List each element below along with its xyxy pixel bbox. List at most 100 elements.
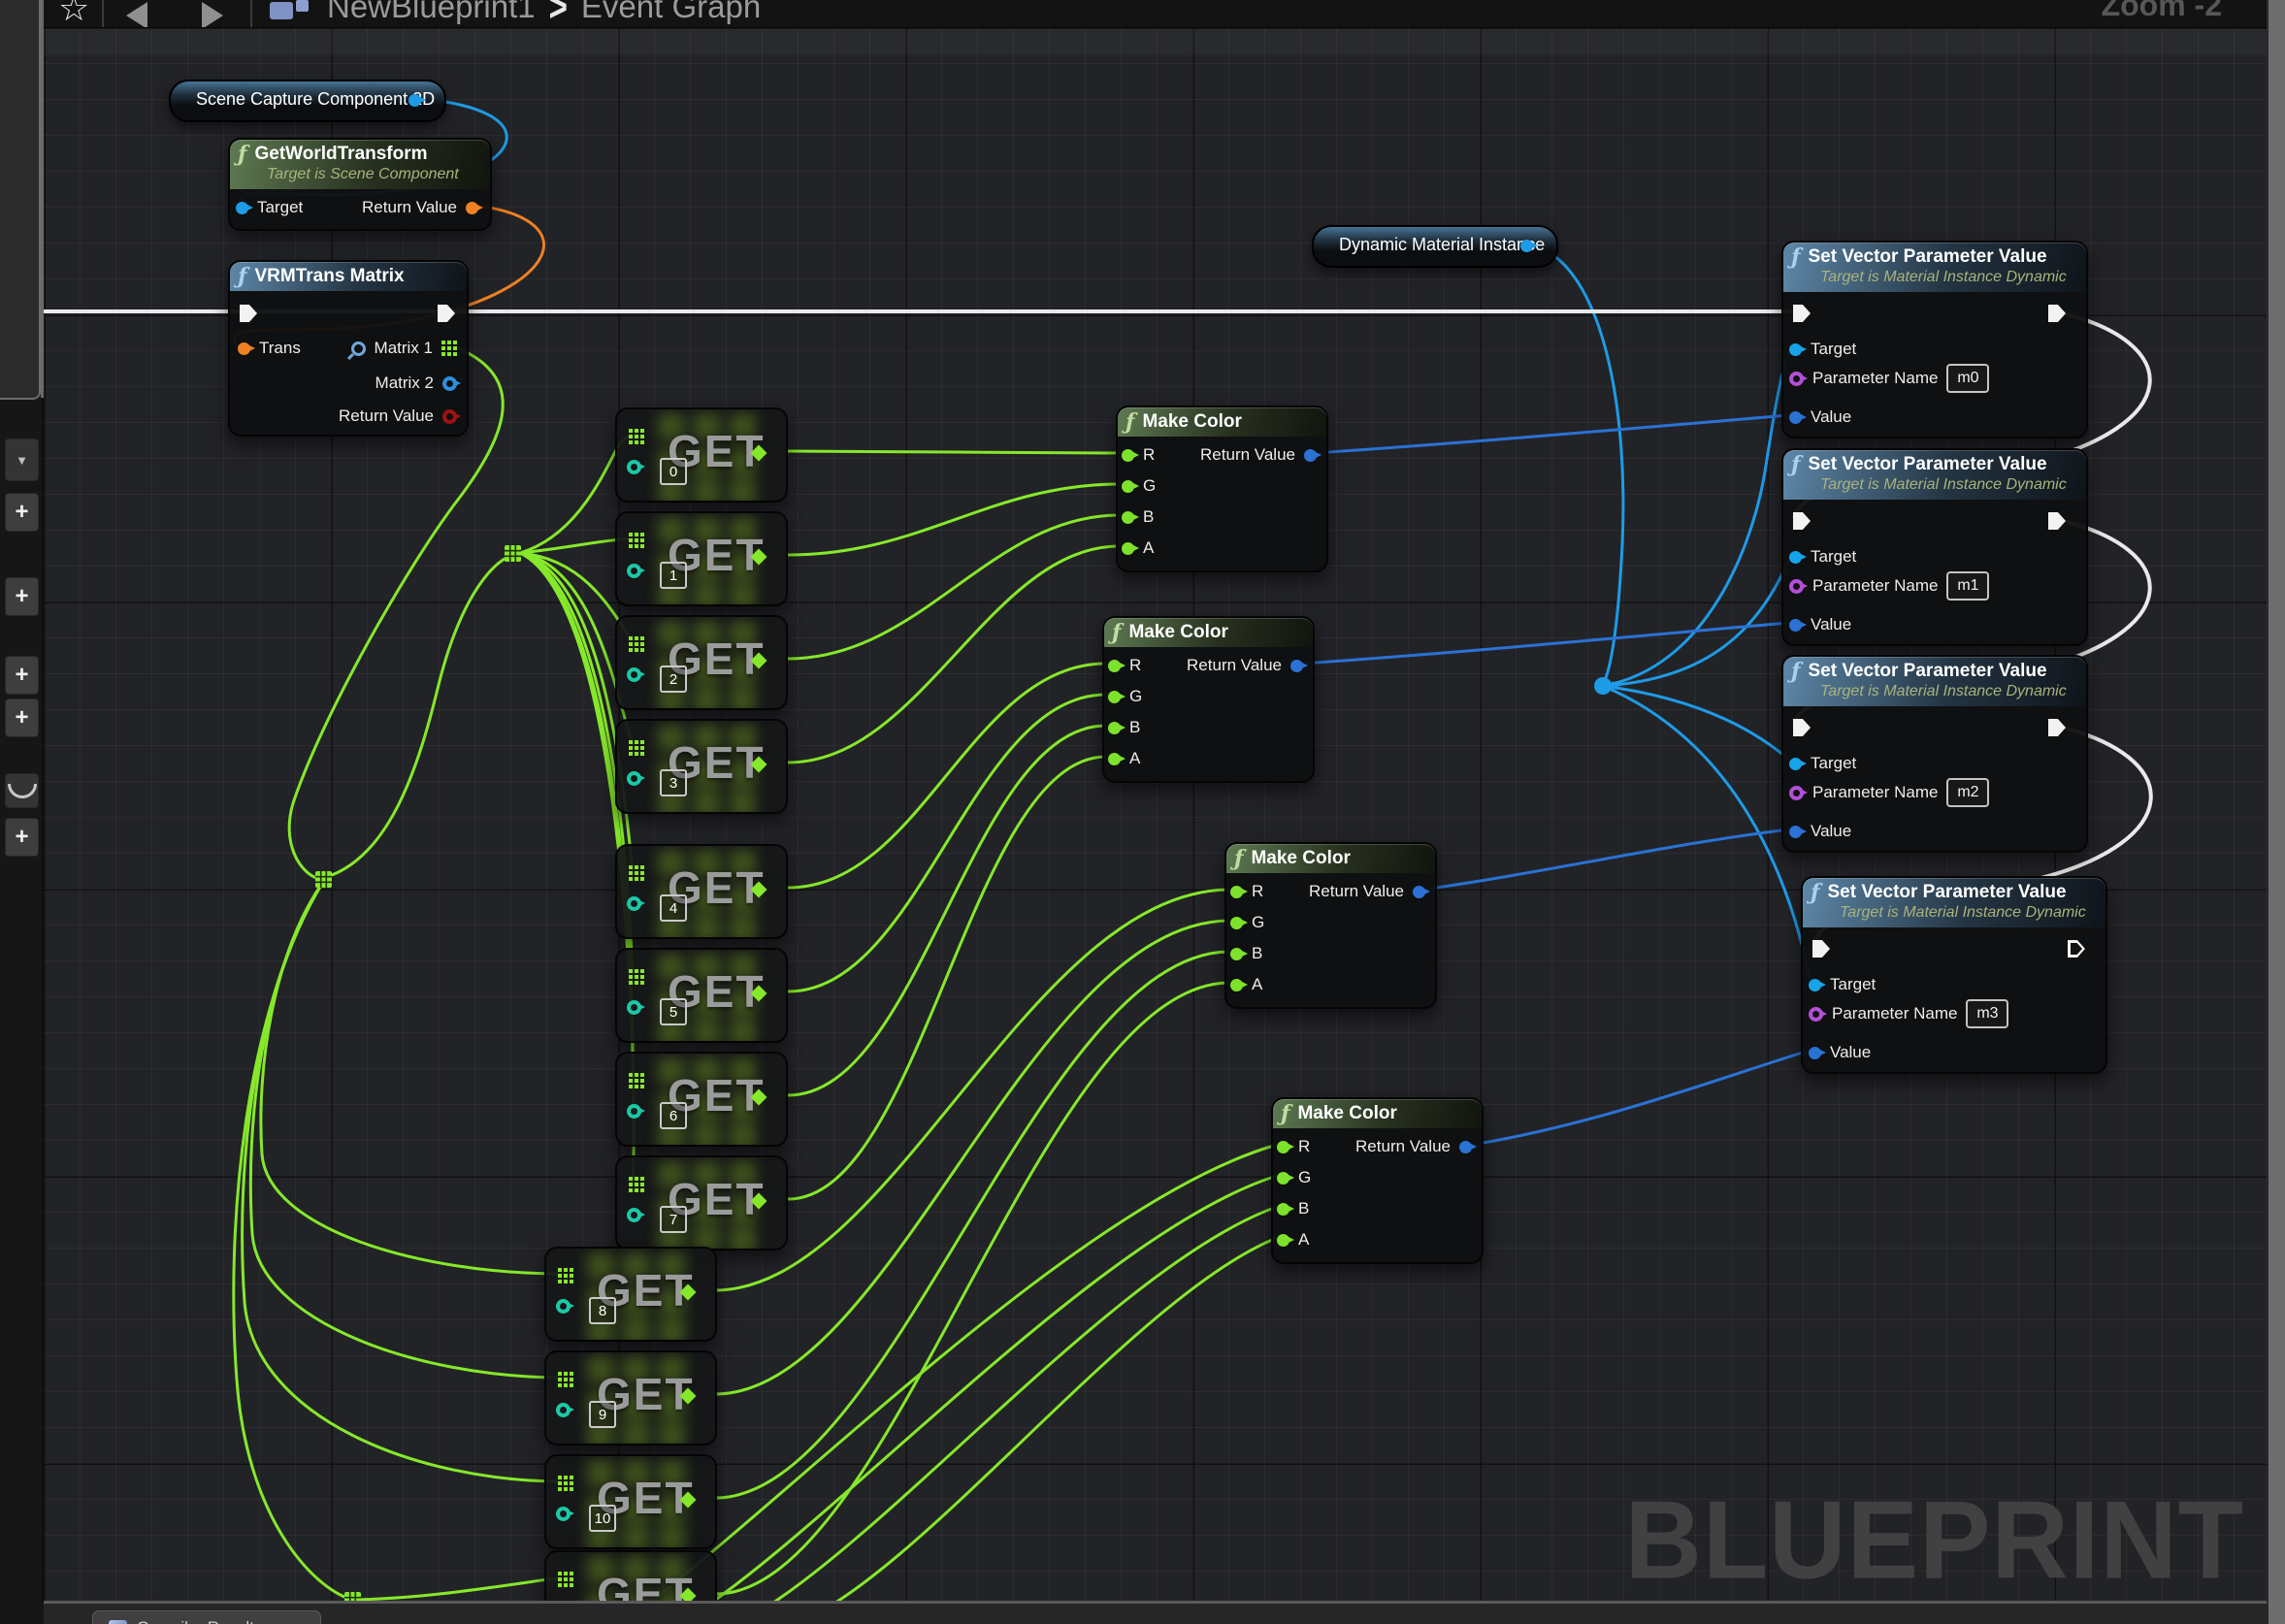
node-get-1[interactable]: GET 1 (615, 511, 788, 606)
breadcrumb-blueprint[interactable]: NewBlueprint1 (327, 0, 536, 24)
r-pin[interactable] (1122, 449, 1134, 462)
magnifier-icon[interactable] (351, 341, 366, 356)
a-pin[interactable] (1277, 1234, 1289, 1247)
value-pin[interactable] (1789, 411, 1802, 424)
index-pin[interactable] (627, 667, 641, 682)
node-make-color-4[interactable]: ƒ Make Color R G B A Return Value (1271, 1097, 1484, 1264)
index-pin[interactable] (627, 460, 641, 474)
b-pin[interactable] (1108, 722, 1121, 734)
index-input[interactable]: 9 (589, 1401, 616, 1428)
exec-out-pin[interactable] (2048, 512, 2066, 530)
array-input-pin[interactable] (558, 1476, 573, 1491)
exec-in-pin[interactable] (1793, 305, 1811, 322)
g-pin[interactable] (1108, 691, 1121, 703)
index-input[interactable]: 10 (589, 1505, 616, 1532)
node-get-5[interactable]: GET 5 (615, 948, 788, 1043)
index-input[interactable]: 1 (660, 562, 687, 589)
array-input-pin[interactable] (629, 636, 644, 652)
exec-out-pin[interactable] (2048, 719, 2066, 736)
node-make-color-3[interactable]: ƒ Make Color R G B A Return Value (1224, 842, 1437, 1009)
node-get-4[interactable]: GET 4 (615, 844, 788, 939)
return-value-pin[interactable] (1459, 1141, 1472, 1153)
eye-button[interactable] (5, 773, 39, 808)
g-pin[interactable] (1230, 917, 1243, 929)
node-get-9[interactable]: GET 9 (544, 1350, 717, 1445)
node-dynamic-material-instance[interactable]: Dynamic Material Instance (1312, 225, 1558, 268)
index-pin[interactable] (627, 771, 641, 786)
add-button[interactable]: + (5, 698, 39, 737)
favorite-star-icon[interactable]: ☆ (58, 0, 89, 28)
r-pin[interactable] (1277, 1141, 1289, 1153)
exec-out-pin[interactable] (438, 305, 455, 322)
object-output-pin[interactable] (408, 94, 421, 107)
r-pin[interactable] (1230, 886, 1243, 898)
return-value-pin[interactable] (466, 202, 478, 214)
node-get-6[interactable]: GET 6 (615, 1052, 788, 1147)
add-button[interactable]: + (5, 577, 39, 616)
array-input-pin[interactable] (558, 1572, 573, 1587)
vertical-scrollbar[interactable] (2267, 0, 2285, 1624)
exec-in-pin[interactable] (1793, 719, 1811, 736)
index-pin[interactable] (627, 564, 641, 578)
value-pin[interactable] (1789, 619, 1802, 632)
parameter-name-pin[interactable] (1789, 786, 1804, 800)
object-output-pin[interactable] (1520, 240, 1533, 252)
b-pin[interactable] (1230, 948, 1243, 960)
index-pin[interactable] (556, 1507, 571, 1521)
r-pin[interactable] (1108, 660, 1121, 672)
tab-compiler-results[interactable]: Compiler Results (92, 1610, 321, 1624)
target-pin[interactable] (236, 202, 248, 214)
parameter-name-pin[interactable] (1809, 1007, 1823, 1022)
target-pin[interactable] (1809, 979, 1821, 991)
parameter-name-input[interactable]: m3 (1966, 999, 2008, 1028)
index-input[interactable]: 3 (660, 769, 687, 796)
node-set-vector-parameter-value-m3[interactable]: ƒ Set Vector Parameter Value Target is M… (1801, 876, 2107, 1074)
parameter-name-input[interactable]: m2 (1946, 778, 1989, 807)
breadcrumb-graph[interactable]: Event Graph (581, 0, 761, 24)
index-input[interactable]: 7 (660, 1206, 687, 1233)
a-pin[interactable] (1122, 542, 1134, 555)
a-pin[interactable] (1230, 979, 1243, 991)
index-input[interactable]: 8 (589, 1297, 616, 1324)
node-make-color-2[interactable]: ƒ Make Color R G B A Return Value (1102, 616, 1315, 783)
node-scene-capture-component-2d[interactable]: Scene Capture Component 2D (169, 80, 446, 122)
node-set-vector-parameter-value-m1[interactable]: ƒ Set Vector Parameter Value Target is M… (1781, 448, 2088, 646)
parameter-name-input[interactable]: m0 (1946, 364, 1989, 393)
index-pin[interactable] (627, 1000, 641, 1015)
node-get-8[interactable]: GET 8 (544, 1247, 717, 1342)
node-make-color-1[interactable]: ƒ Make Color R G B A Return Value (1116, 406, 1328, 572)
target-pin[interactable] (1789, 758, 1802, 770)
index-input[interactable]: 2 (660, 666, 687, 693)
index-pin[interactable] (556, 1403, 571, 1417)
add-button[interactable]: + (5, 656, 39, 695)
array-input-pin[interactable] (558, 1372, 573, 1387)
reroute-green-1[interactable] (505, 545, 521, 562)
node-get-10[interactable]: GET 10 (544, 1454, 717, 1549)
index-pin[interactable] (627, 1104, 641, 1119)
index-pin[interactable] (556, 1299, 571, 1314)
add-button[interactable]: + (5, 493, 39, 532)
array-input-pin[interactable] (629, 865, 644, 881)
forward-arrow-icon[interactable] (202, 2, 223, 28)
index-input[interactable]: 0 (660, 458, 687, 485)
index-input[interactable]: 4 (660, 894, 687, 922)
g-pin[interactable] (1277, 1172, 1289, 1185)
return-value-pin[interactable] (1413, 886, 1425, 898)
value-pin[interactable] (1789, 826, 1802, 838)
node-get-7[interactable]: GET 7 (615, 1155, 788, 1250)
matrix2-pin[interactable] (442, 376, 457, 391)
parameter-name-input[interactable]: m1 (1946, 571, 1989, 601)
array-input-pin[interactable] (629, 969, 644, 985)
exec-in-pin[interactable] (1812, 940, 1830, 958)
index-pin[interactable] (627, 1208, 641, 1222)
array-input-pin[interactable] (629, 429, 644, 444)
return-value-pin[interactable] (442, 409, 457, 424)
target-pin[interactable] (1789, 551, 1802, 564)
collapse-chevron-button[interactable]: ▼ (5, 438, 39, 481)
return-value-pin[interactable] (1290, 660, 1303, 672)
exec-in-pin[interactable] (1793, 512, 1811, 530)
value-pin[interactable] (1809, 1047, 1821, 1059)
node-get-2[interactable]: GET 2 (615, 615, 788, 710)
node-get-world-transform[interactable]: ƒ GetWorldTransform Target is Scene Comp… (228, 138, 492, 231)
b-pin[interactable] (1122, 511, 1134, 524)
